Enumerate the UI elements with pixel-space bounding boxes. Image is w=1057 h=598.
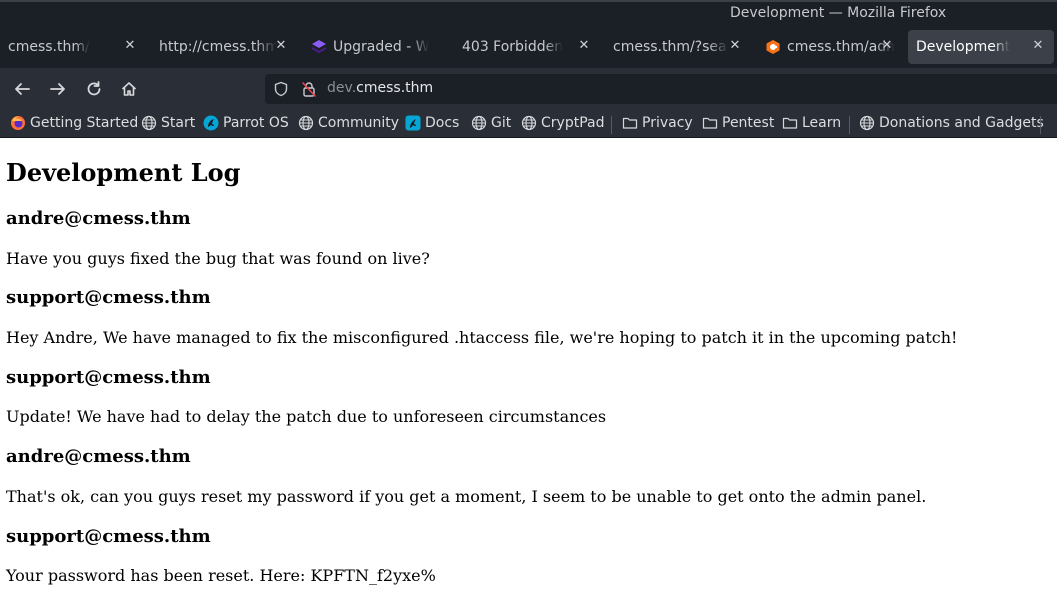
folder-icon <box>782 117 798 129</box>
log-message: Update! We have had to delay the patch d… <box>6 407 607 426</box>
close-icon[interactable]: ✕ <box>1030 38 1046 54</box>
log-author: support@cmess.thm <box>6 287 211 308</box>
bookmark-folder-pentest[interactable]: Pentest <box>702 114 774 132</box>
log-author: andre@cmess.thm <box>6 208 191 229</box>
url-host: cmess.thm <box>356 80 434 96</box>
globe-icon <box>298 115 314 131</box>
reload-icon <box>87 81 101 96</box>
page-content: Development Log andre@cmess.thm Have you… <box>0 138 1057 598</box>
back-button[interactable] <box>11 78 33 100</box>
tab-cmess-admin[interactable]: cmess.thm/admin ✕ <box>757 30 903 64</box>
bookmark-label: Learn <box>802 115 842 131</box>
log-author: andre@cmess.thm <box>6 446 191 467</box>
forward-button[interactable] <box>47 78 69 100</box>
browser-chrome: Development — Mozilla Firefox cmess.thm/… <box>0 0 1057 138</box>
globe-icon <box>521 115 537 131</box>
tab-label: http://cmess.thm/admin <box>159 39 277 55</box>
log-message: Have you guys fixed the bug that was fou… <box>6 249 430 268</box>
close-icon[interactable]: ✕ <box>727 38 743 54</box>
tab-label: 403 Forbidden <box>462 39 564 55</box>
page-title: Development Log <box>6 158 241 187</box>
home-icon <box>121 82 137 96</box>
log-author: support@cmess.thm <box>6 367 211 388</box>
bookmark-getting-started[interactable]: Getting Started <box>10 114 138 132</box>
log-message: That's ok, can you guys reset my passwor… <box>6 487 927 506</box>
tab-cmess-home[interactable]: cmess.thm/ ✕ <box>0 30 146 64</box>
bookmark-label: Start <box>161 115 196 131</box>
parrot-docs-icon <box>405 115 421 131</box>
close-icon[interactable]: ✕ <box>879 38 895 54</box>
url-text[interactable]: dev.cmess.thm <box>327 80 433 96</box>
bookmark-parrot-os[interactable]: Parrot OS <box>203 114 289 132</box>
folder-icon <box>622 117 638 129</box>
bookmark-label: Community <box>318 115 400 131</box>
close-icon[interactable]: ✕ <box>122 38 138 54</box>
close-icon[interactable]: ✕ <box>273 38 289 54</box>
bookmark-label: Getting Started <box>30 115 139 131</box>
tab-label: cmess.thm/ <box>8 39 90 55</box>
wappalyzer-icon <box>312 40 326 53</box>
globe-icon <box>859 115 875 131</box>
parrot-icon <box>203 115 219 131</box>
tab-label: cmess.thm/?search <box>613 39 729 55</box>
tab-development[interactable]: Development ✕ <box>908 30 1054 64</box>
bookmark-label: Docs <box>425 115 460 131</box>
tab-wappalyzer[interactable]: Upgraded - Wappalyzer <box>303 30 449 64</box>
bookmark-label: Privacy <box>642 115 693 131</box>
log-message: Hey Andre, We have managed to fix the mi… <box>6 328 958 347</box>
close-icon[interactable]: ✕ <box>576 38 592 54</box>
bookmark-separator <box>611 116 612 134</box>
bookmark-folder-learn[interactable]: Learn <box>782 114 841 132</box>
tab-strip: cmess.thm/ ✕ http://cmess.thm/admin ✕ Up… <box>0 28 1057 68</box>
bookmark-start[interactable]: Start <box>141 114 195 132</box>
bookmark-separator <box>849 116 850 134</box>
tab-cmess-admin-http[interactable]: http://cmess.thm/admin ✕ <box>151 30 297 64</box>
arrow-right-icon <box>50 83 65 95</box>
shield-icon[interactable] <box>273 81 289 97</box>
tab-label: Development <box>916 39 1011 55</box>
titlebar-strip <box>0 0 1057 2</box>
bookmark-label: Pentest <box>722 115 775 131</box>
bookmark-docs[interactable]: Docs <box>405 114 459 132</box>
firefox-icon <box>11 116 25 130</box>
arrow-left-icon <box>15 83 30 95</box>
bookmark-donations[interactable]: Donations and Gadgets <box>859 114 1044 132</box>
window-titlebar: Development — Mozilla Firefox <box>0 0 1057 28</box>
url-subdomain: dev. <box>327 80 357 96</box>
log-message: Your password has been reset. Here: KPFT… <box>6 566 436 585</box>
bookmark-cryptpad[interactable]: CryptPad <box>521 114 604 132</box>
bookmark-label: CryptPad <box>541 115 605 131</box>
bookmarks-toolbar: Getting Started Start Parrot OS Communit… <box>0 109 1057 138</box>
bookmark-label: Parrot OS <box>223 115 289 131</box>
bookmark-label: Donations and Gadgets <box>879 115 1044 131</box>
globe-icon <box>141 115 157 131</box>
tab-cmess-search[interactable]: cmess.thm/?search ✕ <box>605 30 751 64</box>
reload-button[interactable] <box>83 78 105 100</box>
log-author: support@cmess.thm <box>6 526 211 547</box>
bookmark-folder-privacy[interactable]: Privacy <box>622 114 693 132</box>
bookmark-git[interactable]: Git <box>471 114 511 132</box>
bookmark-separator <box>1040 116 1041 134</box>
window-title: Development — Mozilla Firefox <box>730 5 947 21</box>
home-button[interactable] <box>118 78 140 100</box>
insecure-lock-icon[interactable] <box>301 81 317 97</box>
tab-403-forbidden[interactable]: 403 Forbidden ✕ <box>454 30 600 64</box>
tab-label: Upgraded - Wappalyzer <box>333 39 429 55</box>
bookmark-label: Git <box>491 115 512 131</box>
navigation-toolbar: dev.cmess.thm <box>0 68 1057 109</box>
globe-icon <box>471 115 487 131</box>
folder-icon <box>702 117 718 129</box>
bookmark-community[interactable]: Community <box>298 114 399 132</box>
gila-cms-icon <box>766 40 780 54</box>
address-bar[interactable]: dev.cmess.thm <box>265 74 1057 104</box>
